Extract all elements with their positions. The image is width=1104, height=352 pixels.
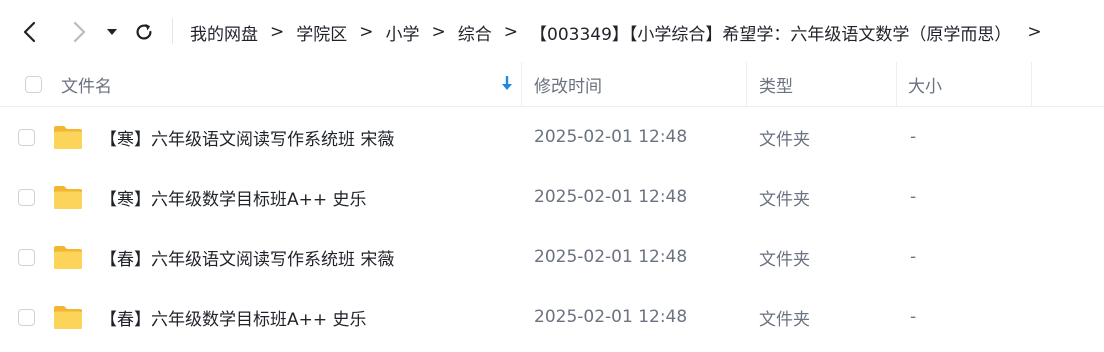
modified-time: 2025-02-01 12:48 [534,127,688,147]
file-name[interactable]: 【春】六年级数学目标班A++ 史乐 [100,287,367,347]
breadcrumb-more-button[interactable]: > [1027,22,1041,42]
table-header: 文件名 修改时间 类型 大小 [0,62,1104,107]
file-type: 文件夹 [759,249,810,270]
forward-button[interactable] [58,12,98,52]
select-all-checkbox[interactable] [25,75,42,93]
refresh-icon [136,23,152,40]
column-header-type[interactable]: 类型 [759,62,793,106]
row-checkbox[interactable] [18,128,35,146]
breadcrumb-separator: > [270,22,285,42]
column-header-modified[interactable]: 修改时间 [534,62,602,106]
row-checkbox-cell [18,287,35,347]
back-button[interactable] [11,12,51,52]
row-checkbox[interactable] [18,248,35,266]
row-checkbox-cell [18,227,35,287]
sort-indicator[interactable] [500,62,514,106]
row-checkbox-cell [18,107,35,167]
modified-time: 2025-02-01 12:48 [534,187,688,207]
column-divider[interactable] [1031,62,1032,106]
breadcrumb-item-primary[interactable]: 小学 [386,20,420,45]
file-type: 文件夹 [759,129,810,150]
select-all-checkbox-cell [25,62,42,106]
folder-icon [54,306,82,329]
table-row[interactable]: 【春】六年级语文阅读写作系统班 宋薇 2025-02-01 12:48 文件夹 … [0,227,1104,287]
row-checkbox-cell [18,167,35,227]
file-name[interactable]: 【寒】六年级语文阅读写作系统班 宋薇 [100,107,394,167]
row-checkbox[interactable] [18,308,35,326]
column-header-name[interactable]: 文件名 [61,62,112,106]
history-dropdown-button[interactable] [102,22,122,42]
file-size: - [910,127,917,147]
breadcrumb-item-general[interactable]: 综合 [458,20,492,45]
arrow-down-icon [502,76,512,90]
folder-icon [54,186,82,209]
file-type: 文件夹 [759,189,810,210]
column-divider[interactable] [896,62,897,106]
chevron-left-icon [23,21,36,43]
refresh-button[interactable] [124,12,164,52]
file-size: - [910,247,917,267]
breadcrumb-separator: > [431,22,446,42]
breadcrumb: 我的网盘 > 学院区 > 小学 > 综合 > 【003349】【小学综合】希望学… [190,18,1042,46]
breadcrumb-item-current-folder[interactable]: 【003349】【小学综合】希望学：六年级语文数学（原学而思） [530,20,1011,45]
breadcrumb-item-my-drive[interactable]: 我的网盘 [190,20,258,45]
table-row[interactable]: 【寒】六年级数学目标班A++ 史乐 2025-02-01 12:48 文件夹 - [0,167,1104,227]
file-type: 文件夹 [759,309,810,330]
table-row[interactable]: 【寒】六年级语文阅读写作系统班 宋薇 2025-02-01 12:48 文件夹 … [0,107,1104,167]
toolbar: 我的网盘 > 学院区 > 小学 > 综合 > 【003349】【小学综合】希望学… [0,0,1104,62]
folder-icon [54,246,82,269]
table-row[interactable]: 【春】六年级数学目标班A++ 史乐 2025-02-01 12:48 文件夹 - [0,287,1104,347]
column-divider[interactable] [521,62,522,106]
breadcrumb-separator: > [359,22,374,42]
chevron-right-icon [73,21,86,43]
file-size: - [910,187,917,207]
row-checkbox[interactable] [18,188,35,206]
column-header-size[interactable]: 大小 [908,62,942,106]
caret-down-icon [107,29,117,35]
breadcrumb-item-academy[interactable]: 学院区 [296,20,347,45]
folder-icon [54,126,82,149]
file-name[interactable]: 【寒】六年级数学目标班A++ 史乐 [100,167,367,227]
file-size: - [910,307,917,327]
column-divider[interactable] [746,62,747,106]
breadcrumb-separator: > [503,22,518,42]
file-name[interactable]: 【春】六年级语文阅读写作系统班 宋薇 [100,227,394,287]
toolbar-divider [172,18,173,44]
modified-time: 2025-02-01 12:48 [534,247,688,267]
modified-time: 2025-02-01 12:48 [534,307,688,327]
